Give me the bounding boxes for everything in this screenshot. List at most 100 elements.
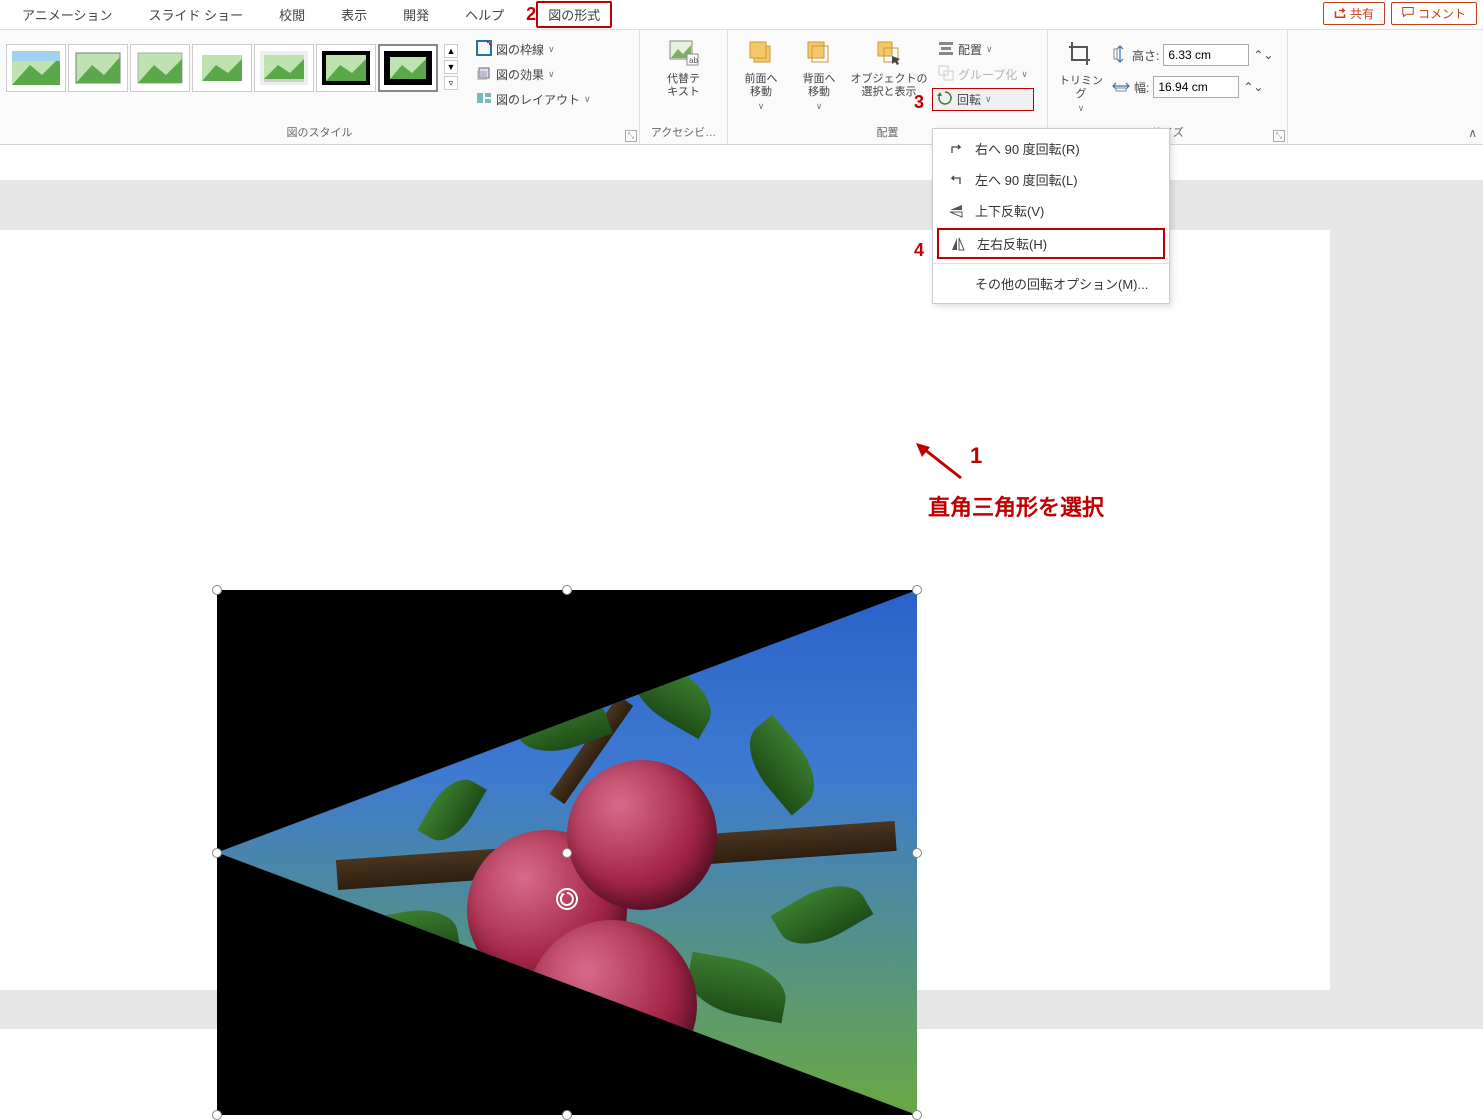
annotation-1: 1 (970, 443, 982, 469)
handle-ne[interactable] (912, 585, 922, 595)
workspace (0, 180, 1483, 1029)
gallery-more[interactable]: ▿ (444, 76, 458, 90)
flip-h-label: 左右反転(H) (977, 234, 1047, 253)
annotation-4: 4 (914, 240, 924, 261)
flip-v-icon (947, 202, 965, 220)
rotate-button[interactable]: 回転∨ (932, 88, 1034, 111)
gallery-down[interactable]: ▼ (444, 60, 458, 74)
comment-icon (1402, 6, 1414, 21)
group-button[interactable]: グループ化∨ (932, 63, 1034, 86)
share-label: 共有 (1350, 5, 1374, 22)
handle-w[interactable] (212, 848, 222, 858)
layout-icon (476, 90, 492, 109)
rotation-handle[interactable] (556, 888, 578, 910)
align-label: 配置 (958, 41, 982, 58)
style-thumb-3[interactable] (130, 44, 190, 92)
handle-s[interactable] (562, 1110, 572, 1120)
selection-icon (876, 40, 902, 71)
bring-forward-button[interactable]: 前面へ 移動∨ (734, 34, 788, 112)
picture-border-label: 図の枠線 (496, 41, 544, 58)
rotate-icon (937, 90, 953, 109)
tab-view[interactable]: 表示 (323, 1, 385, 28)
comment-button[interactable]: コメント (1391, 2, 1477, 25)
rotate-right-icon (947, 140, 965, 158)
alt-text-icon: ab (669, 40, 699, 71)
group-icon (938, 65, 954, 84)
border-icon (476, 40, 492, 59)
handle-nw[interactable] (212, 585, 222, 595)
flip-horizontal[interactable]: 左右反転(H) (937, 228, 1165, 259)
width-spinner[interactable]: ⌃⌄ (1243, 80, 1263, 94)
style-thumb-5[interactable] (254, 44, 314, 92)
height-spinner[interactable]: ⌃⌄ (1253, 48, 1273, 62)
slide[interactable] (0, 230, 1330, 990)
style-thumb-1[interactable] (6, 44, 66, 92)
size-launcher[interactable]: ⤡ (1273, 130, 1285, 142)
tab-slideshow[interactable]: スライド ショー (130, 1, 261, 28)
comment-label: コメント (1418, 5, 1466, 22)
rotate-left-label: 左へ 90 度回転(L) (975, 170, 1078, 189)
handle-center[interactable] (562, 848, 572, 858)
flip-v-label: 上下反転(V) (975, 201, 1044, 220)
group-obj-label: グループ化 (958, 66, 1017, 83)
rotate-right-90[interactable]: 右へ 90 度回転(R) (933, 133, 1169, 164)
crop-icon (1067, 40, 1095, 73)
crop-button[interactable]: トリミング∨ (1054, 34, 1108, 114)
selection-pane-button[interactable]: オブジェクトの 選択と表示 (850, 34, 928, 99)
group-label-styles: 図のスタイル (6, 124, 633, 142)
handle-e[interactable] (912, 848, 922, 858)
height-input[interactable] (1163, 44, 1249, 66)
style-gallery[interactable] (6, 34, 438, 92)
bring-forward-label: 前面へ 移動 (745, 73, 778, 99)
style-thumb-7[interactable] (378, 44, 438, 92)
style-thumb-2[interactable] (68, 44, 128, 92)
more-rotation-options[interactable]: その他の回転オプション(M)... (933, 268, 1169, 299)
tab-developer[interactable]: 開発 (385, 1, 447, 28)
crop-label: トリミング (1054, 75, 1108, 101)
tab-review[interactable]: 校閲 (261, 1, 323, 28)
rotate-right-label: 右へ 90 度回転(R) (975, 139, 1080, 158)
picture-effects-button[interactable]: 図の効果∨ (470, 63, 597, 86)
align-button[interactable]: 配置∨ (932, 38, 1034, 61)
group-picture-styles: ▲ ▼ ▿ 図の枠線∨ 図の効果∨ 図のレイアウト∨ 図のスタイル (0, 30, 640, 144)
handle-sw[interactable] (212, 1110, 222, 1120)
annotation-select-triangle: 直角三角形を選択 (928, 490, 1104, 522)
align-icon (938, 40, 954, 59)
send-backward-label: 背面へ 移動 (803, 73, 836, 99)
tab-picture-format[interactable]: 図の形式 (536, 1, 612, 28)
height-icon (1112, 45, 1128, 66)
flip-h-icon (949, 235, 967, 253)
style-thumb-6[interactable] (316, 44, 376, 92)
handle-n[interactable] (562, 585, 572, 595)
width-input[interactable] (1153, 76, 1239, 98)
selected-picture[interactable] (217, 590, 917, 1115)
arrow-1 (916, 443, 966, 483)
height-label: 高さ: (1132, 47, 1159, 64)
alt-text-button[interactable]: ab 代替テ キスト (657, 34, 711, 99)
style-thumb-4[interactable] (192, 44, 252, 92)
send-backward-button[interactable]: 背面へ 移動∨ (792, 34, 846, 112)
group-size: トリミング∨ 高さ: ⌃⌄ 幅: ⌃⌄ サイズ ⤡ (1048, 30, 1288, 144)
rotate-left-icon (947, 171, 965, 189)
picture-border-button[interactable]: 図の枠線∨ (470, 38, 597, 61)
share-icon (1334, 6, 1346, 21)
picture-layout-label: 図のレイアウト (496, 91, 580, 108)
flip-vertical[interactable]: 上下反転(V) (933, 195, 1169, 226)
share-button[interactable]: 共有 (1323, 2, 1385, 25)
gallery-up[interactable]: ▲ (444, 44, 458, 58)
rotate-left-90[interactable]: 左へ 90 度回転(L) (933, 164, 1169, 195)
collapse-ribbon[interactable]: ∧ (1468, 126, 1477, 140)
styles-launcher[interactable]: ⤡ (625, 130, 637, 142)
svg-text:ab: ab (689, 56, 698, 65)
rotate-dropdown: 右へ 90 度回転(R) 左へ 90 度回転(L) 上下反転(V) 左右反転(H… (932, 128, 1170, 304)
gallery-scroll: ▲ ▼ ▿ (444, 44, 458, 90)
tab-help[interactable]: ヘルプ (447, 1, 522, 28)
width-label: 幅: (1134, 79, 1149, 96)
send-backward-icon (806, 40, 832, 71)
more-rotate-label: その他の回転オプション(M)... (975, 274, 1148, 293)
tab-animation[interactable]: アニメーション (4, 1, 130, 28)
alt-text-label: 代替テ キスト (667, 73, 700, 99)
handle-se[interactable] (912, 1110, 922, 1120)
picture-layout-button[interactable]: 図のレイアウト∨ (470, 88, 597, 111)
picture-effects-label: 図の効果 (496, 66, 544, 83)
